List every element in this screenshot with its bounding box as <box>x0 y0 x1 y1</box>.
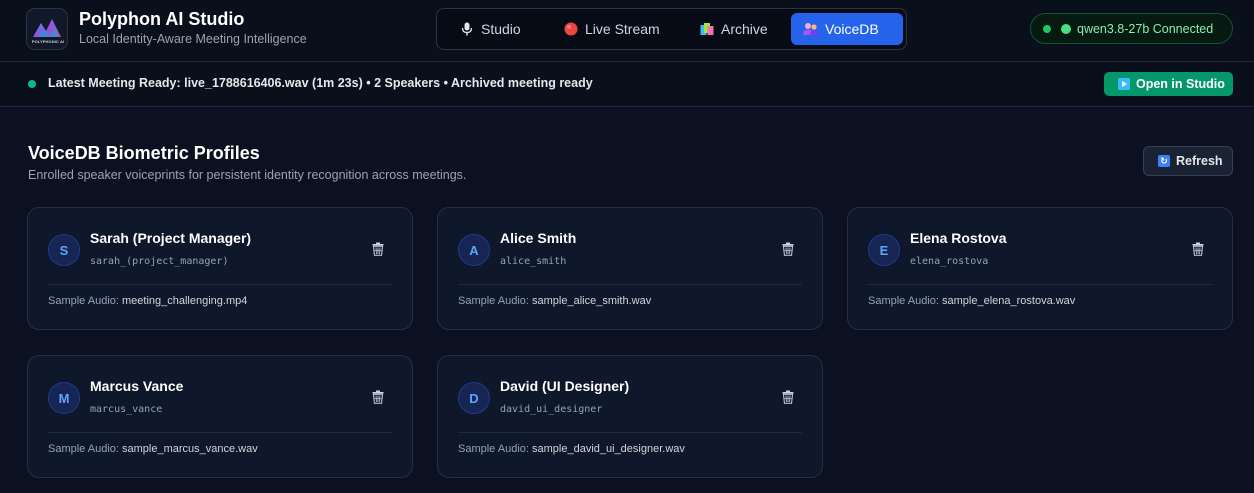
refresh-label: Refresh <box>1176 154 1223 168</box>
sample-audio: Sample Audio: sample_marcus_vance.wav <box>48 443 258 455</box>
profile-id: sarah_(project_manager) <box>90 256 229 267</box>
open-in-studio-label: Open in Studio <box>1136 77 1225 91</box>
tab-label: Studio <box>481 21 521 37</box>
sample-audio: Sample Audio: meeting_challenging.mp4 <box>48 295 247 307</box>
ready-dot-icon <box>28 80 36 88</box>
avatar: E <box>868 234 900 266</box>
sample-audio: Sample Audio: sample_david_ui_designer.w… <box>458 443 685 455</box>
tab-archive[interactable]: Archive <box>687 13 787 45</box>
archive-icon <box>699 21 715 37</box>
refresh-button[interactable]: ↻ Refresh <box>1143 146 1233 176</box>
open-in-studio-button[interactable]: Open in Studio <box>1104 72 1233 96</box>
people-icon <box>803 21 819 37</box>
sample-audio-file: sample_alice_smith.wav <box>532 295 652 307</box>
profile-card: E Elena Rostova elena_rostova Sample Aud… <box>847 207 1233 330</box>
tab-live-stream[interactable]: Live Stream <box>551 13 679 45</box>
profile-id: marcus_vance <box>90 404 163 415</box>
model-status-badge: qwen3.8-27b Connected <box>1030 13 1233 44</box>
card-divider <box>48 432 392 433</box>
card-divider <box>458 432 802 433</box>
main-nav: Studio Live Stream Archive VoiceDB <box>436 8 907 50</box>
sample-audio-label: Sample Audio: <box>48 443 119 455</box>
profile-card: D David (UI Designer) david_ui_designer … <box>437 355 823 478</box>
profile-id: alice_smith <box>500 256 567 267</box>
profile-id: david_ui_designer <box>500 404 603 415</box>
sample-audio-label: Sample Audio: <box>48 295 119 307</box>
top-header: POLYPHONIC AI Polyphon AI Studio Local I… <box>0 0 1254 62</box>
play-icon <box>1118 78 1130 90</box>
profile-name: Marcus Vance <box>90 378 184 394</box>
status-text: qwen3.8-27b Connected <box>1077 21 1214 36</box>
banner-text: Latest Meeting Ready: live_1788616406.wa… <box>48 76 593 90</box>
sample-audio-file: sample_elena_rostova.wav <box>942 295 1076 307</box>
refresh-icon: ↻ <box>1158 155 1170 167</box>
sample-audio-file: meeting_challenging.mp4 <box>122 295 248 307</box>
sample-audio-label: Sample Audio: <box>458 295 529 307</box>
sample-audio: Sample Audio: sample_elena_rostova.wav <box>868 295 1075 307</box>
logo-text: POLYPHONIC AI <box>31 39 65 44</box>
sample-audio-label: Sample Audio: <box>458 443 529 455</box>
profile-name: Elena Rostova <box>910 230 1007 246</box>
sample-audio-file: sample_david_ui_designer.wav <box>532 443 685 455</box>
app-subtitle: Local Identity-Aware Meeting Intelligenc… <box>79 32 307 46</box>
sample-audio: Sample Audio: sample_alice_smith.wav <box>458 295 651 307</box>
avatar: A <box>458 234 490 266</box>
tab-label: VoiceDB <box>825 21 879 37</box>
profile-card: S Sarah (Project Manager) sarah_(project… <box>27 207 413 330</box>
tab-label: Live Stream <box>585 21 660 37</box>
app-title: Polyphon AI Studio <box>79 9 245 29</box>
delete-trash-icon[interactable] <box>781 242 795 256</box>
delete-trash-icon[interactable] <box>781 390 795 404</box>
profile-card: M Marcus Vance marcus_vance Sample Audio… <box>27 355 413 478</box>
tab-label: Archive <box>721 21 768 37</box>
tab-studio[interactable]: Studio <box>447 13 545 45</box>
card-divider <box>458 284 802 285</box>
record-icon <box>563 21 579 37</box>
sample-audio-label: Sample Audio: <box>868 295 939 307</box>
connected-icon <box>1061 23 1071 34</box>
page-title: VoiceDB Biometric Profiles <box>28 143 260 163</box>
profile-name: Sarah (Project Manager) <box>90 230 252 246</box>
latest-meeting-banner: Latest Meeting Ready: live_1788616406.wa… <box>0 62 1254 107</box>
delete-trash-icon[interactable] <box>1191 242 1205 256</box>
card-divider <box>48 284 392 285</box>
tab-voicedb[interactable]: VoiceDB <box>791 13 903 45</box>
avatar: M <box>48 382 80 414</box>
delete-trash-icon[interactable] <box>371 242 385 256</box>
sample-audio-file: sample_marcus_vance.wav <box>122 443 258 455</box>
delete-trash-icon[interactable] <box>371 390 385 404</box>
avatar: S <box>48 234 80 266</box>
profile-name: Alice Smith <box>500 230 577 246</box>
profile-name: David (UI Designer) <box>500 378 630 394</box>
microphone-icon <box>459 21 475 37</box>
profile-id: elena_rostova <box>910 256 989 267</box>
profile-card: A Alice Smith alice_smith Sample Audio: … <box>437 207 823 330</box>
status-dot-icon <box>1043 24 1051 33</box>
page-subtitle: Enrolled speaker voiceprints for persist… <box>28 168 467 182</box>
app-logo: POLYPHONIC AI <box>26 8 68 50</box>
card-divider <box>868 284 1212 285</box>
avatar: D <box>458 382 490 414</box>
